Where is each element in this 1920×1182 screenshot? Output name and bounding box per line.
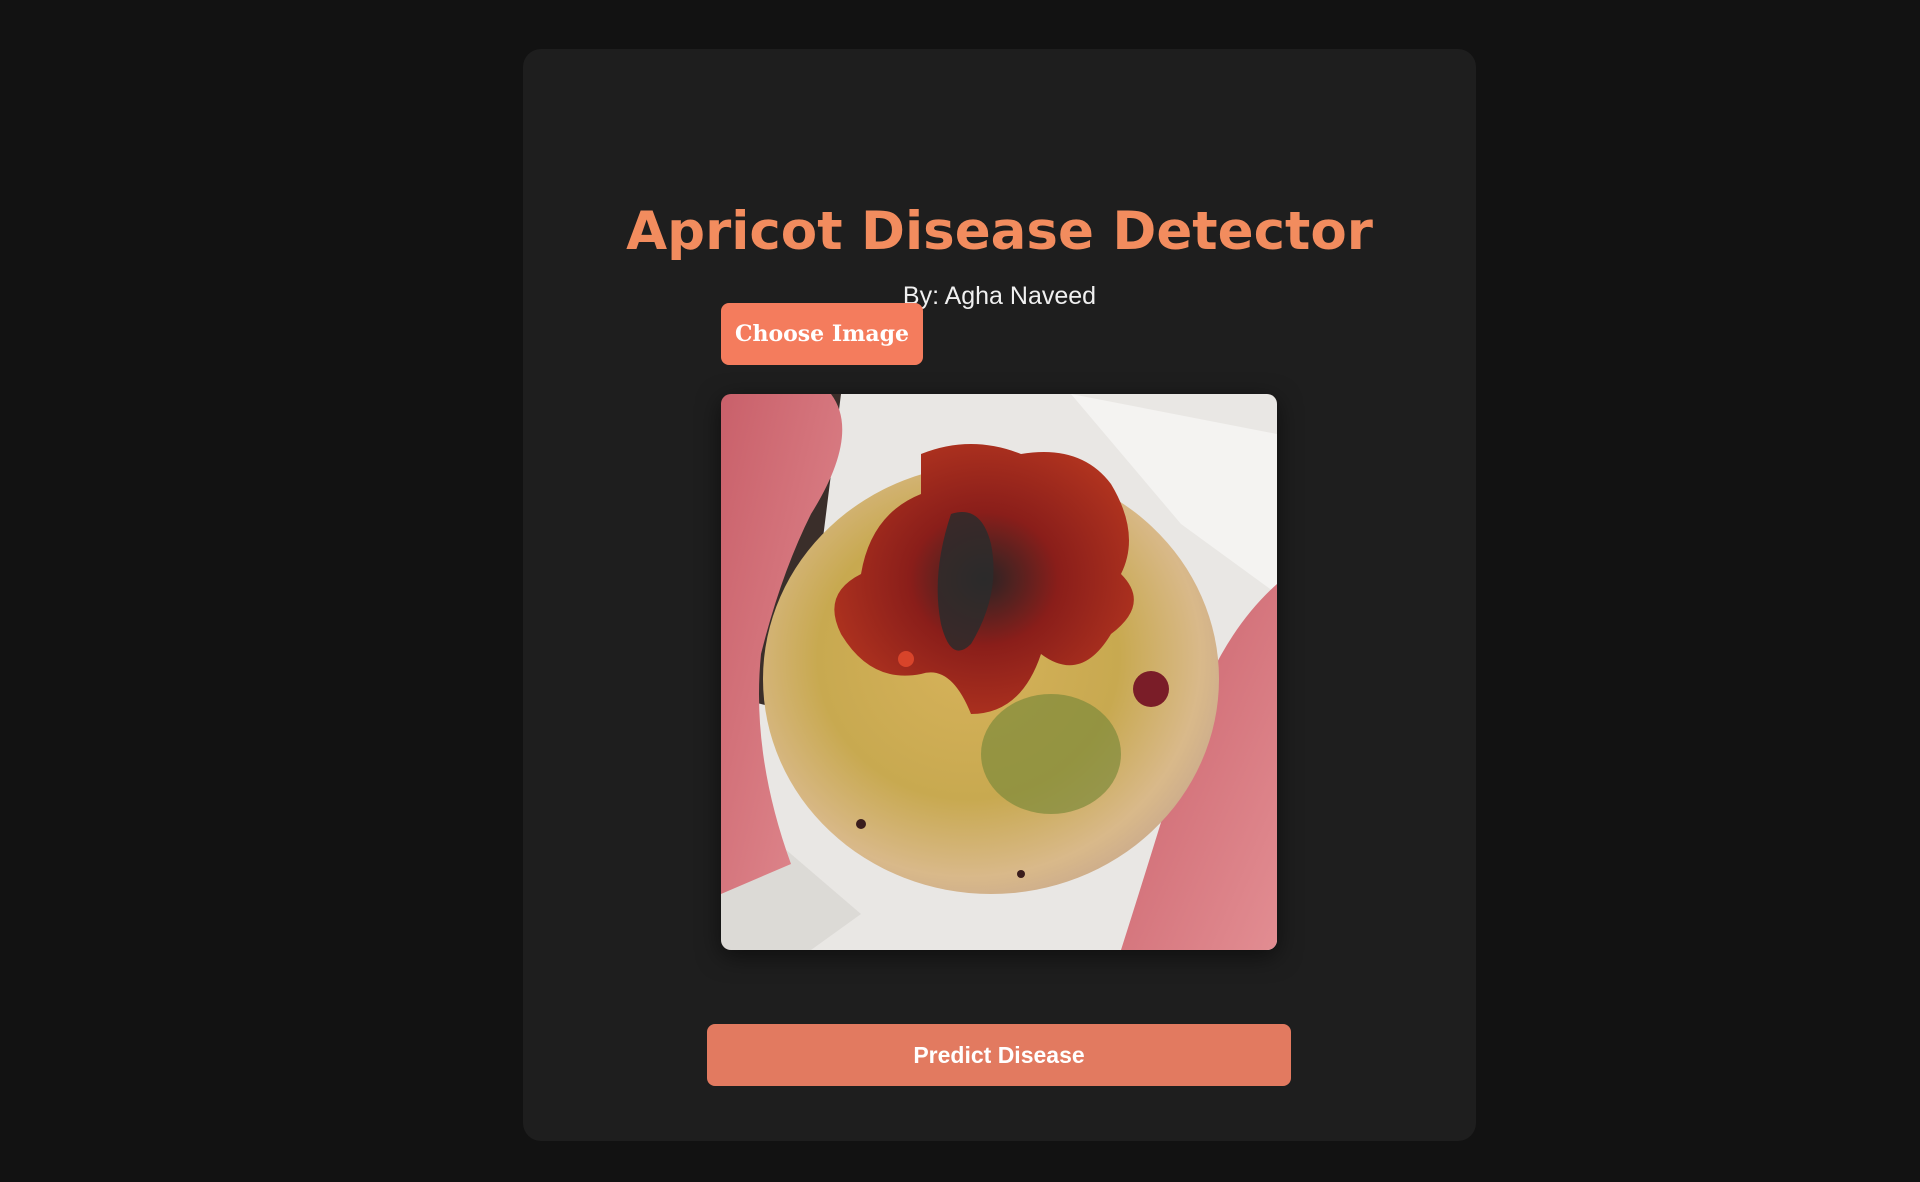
image-preview xyxy=(721,394,1277,950)
detector-card: Apricot Disease Detector By: Agha Naveed… xyxy=(523,49,1476,1141)
author-subtitle: By: Agha Naveed xyxy=(902,282,1097,310)
page-title: Apricot Disease Detector xyxy=(626,201,1373,262)
apricot-photo xyxy=(721,394,1277,950)
predict-disease-button[interactable]: Predict Disease xyxy=(707,1024,1291,1086)
choose-image-button[interactable]: Choose Image xyxy=(721,303,923,365)
